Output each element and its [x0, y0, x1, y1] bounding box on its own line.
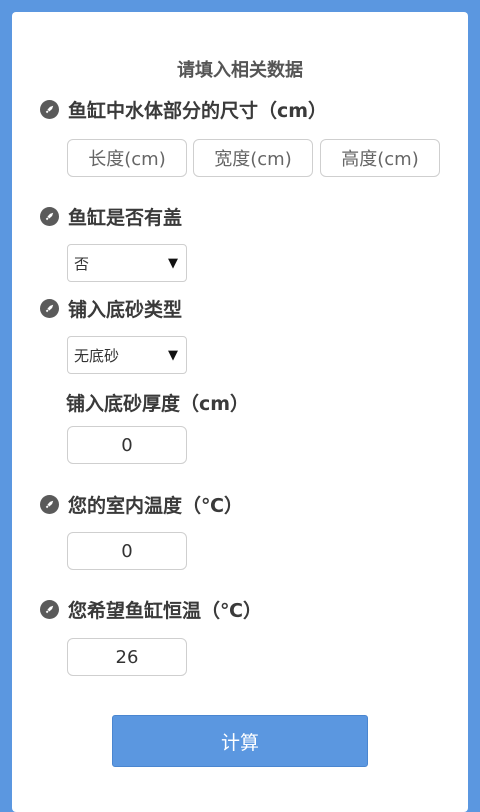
triangle-down-icon: ▼ — [168, 255, 178, 271]
room-temp-input[interactable]: 0 — [67, 532, 187, 570]
height-input[interactable]: 高度(cm) — [320, 139, 440, 177]
form-card: 请填入相关数据 鱼缸中水体部分的尺寸（cm） 长度(cm) 宽度(cm) 高度(… — [12, 12, 468, 812]
section-substrate: 铺入底砂类型 — [40, 295, 182, 321]
substrate-select[interactable]: 无底砂 ▼ — [67, 336, 187, 374]
rocket-icon — [40, 494, 59, 514]
calculate-button[interactable]: 计算 — [112, 715, 368, 767]
room-temp-label: 您的室内温度（℃） — [68, 494, 244, 517]
form-title: 请填入相关数据 — [177, 60, 303, 81]
lid-select[interactable]: 否 ▼ — [67, 244, 187, 282]
rocket-icon — [40, 298, 59, 318]
rocket-icon — [40, 99, 59, 119]
substrate-thickness-input[interactable]: 0 — [67, 426, 187, 464]
length-input[interactable]: 长度(cm) — [67, 139, 187, 177]
rocket-icon — [40, 206, 59, 226]
target-temp-label: 您希望鱼缸恒温（℃） — [68, 599, 263, 622]
target-temp-input[interactable]: 26 — [67, 638, 187, 676]
section-tank-size: 鱼缸中水体部分的尺寸（cm） — [40, 96, 327, 122]
tank-size-label: 鱼缸中水体部分的尺寸（cm） — [68, 99, 328, 122]
width-input[interactable]: 宽度(cm) — [193, 139, 313, 177]
triangle-down-icon: ▼ — [168, 347, 178, 363]
substrate-thickness-label: 铺入底砂厚度（cm） — [66, 393, 250, 415]
section-target-temp: 您希望鱼缸恒温（℃） — [40, 596, 262, 622]
rocket-icon — [40, 599, 59, 619]
lid-label: 鱼缸是否有盖 — [68, 206, 183, 229]
section-room-temp: 您的室内温度（℃） — [40, 491, 243, 517]
substrate-label: 铺入底砂类型 — [68, 298, 183, 321]
substrate-selected-value: 无底砂 — [74, 346, 120, 365]
lid-selected-value: 否 — [74, 254, 90, 273]
section-lid: 鱼缸是否有盖 — [40, 203, 182, 229]
